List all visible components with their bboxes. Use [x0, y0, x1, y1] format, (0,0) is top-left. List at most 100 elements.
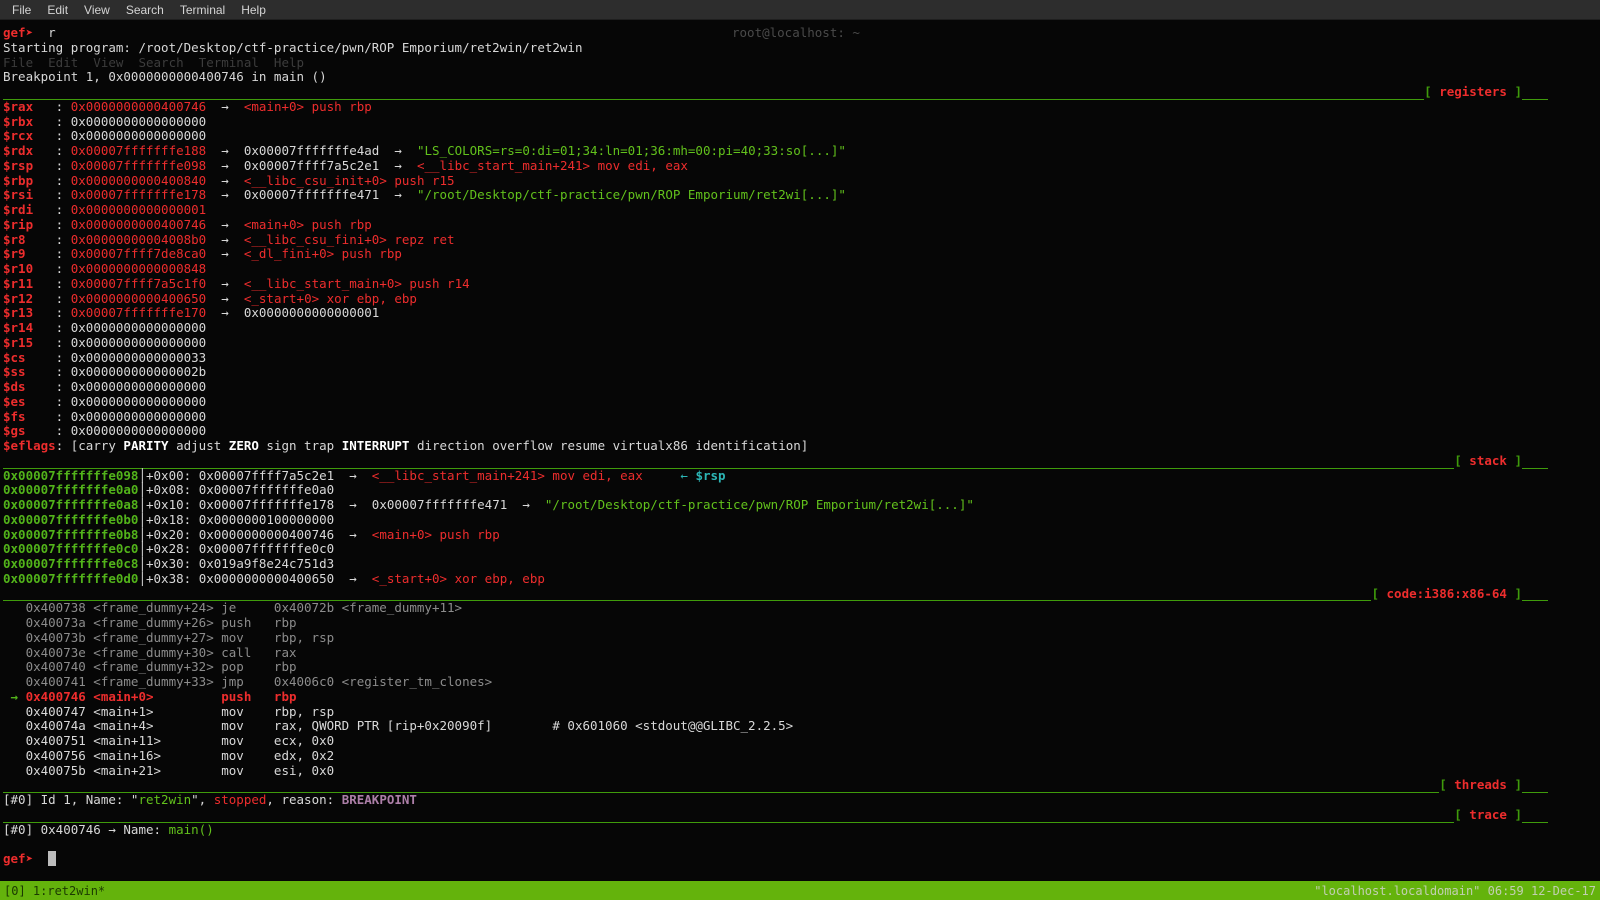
- terminal-line: 0x40073a <frame_dummy+26> push rbp: [3, 615, 1600, 631]
- terminal-text-segment: +0x28:: [146, 541, 199, 557]
- terminal-text-segment: 0x00007ffff7a5c2e1: [198, 467, 335, 483]
- menubar: File Edit View Search Terminal Help: [0, 0, 1600, 20]
- terminal-text-segment: gef➤: [3, 25, 34, 40]
- terminal-line: [#0] Id 1, Name: "ret2win", stopped, rea…: [3, 792, 1600, 808]
- section-title-text: registers: [1439, 84, 1507, 99]
- terminal-text-segment: +0x20:: [146, 526, 199, 542]
- terminal-line: $rip : 0x0000000000400746 → <main+0> pus…: [3, 217, 1600, 233]
- terminal-text-segment: →: [334, 570, 372, 586]
- section-title-bracket: ]: [1506, 452, 1522, 468]
- section-title-text: stack: [1469, 452, 1507, 468]
- terminal-text-segment: 0x00007fffffffe0a0: [3, 482, 139, 498]
- terminal-text-segment: <__libc_start_main+241> mov edi, eax: [371, 467, 643, 483]
- terminal-text-segment: 0x00007fffffffe0a8: [3, 497, 139, 512]
- terminal-text-segment: │: [138, 497, 146, 512]
- section-separator: [ stack ]: [3, 452, 1600, 469]
- terminal-text-segment: │: [138, 511, 146, 527]
- terminal-text-segment: gef➤: [3, 851, 34, 866]
- terminal-line: 0x40073b <frame_dummy+27> mov rbp, rsp: [3, 630, 1600, 646]
- terminal-text-segment: 0x0000000000000001: [70, 202, 207, 217]
- terminal-text-segment: 0x0000000000000000: [70, 320, 207, 335]
- section-title-bracket: ]: [1506, 777, 1522, 793]
- menu-edit[interactable]: Edit: [39, 1, 76, 19]
- terminal-text-segment: PARITY: [123, 438, 169, 453]
- terminal-text-segment: →: [334, 526, 372, 542]
- terminal-text-segment: 0x000000000000002b: [70, 364, 207, 380]
- menu-search[interactable]: Search: [118, 1, 172, 19]
- terminal-text-segment: ",: [191, 792, 214, 807]
- terminal-text-segment: →: [334, 467, 372, 483]
- terminal-line: $r11 : 0x00007ffff7a5c1f0 → <__libc_star…: [3, 275, 1600, 292]
- terminal-text-segment: :: [33, 172, 71, 188]
- terminal-text-segment: 0x0000000000400840: [70, 172, 207, 188]
- terminal-text-segment: $r13: [3, 305, 34, 321]
- terminal-text-segment: :: [33, 128, 71, 144]
- menu-terminal[interactable]: Terminal: [172, 1, 233, 19]
- section-title-bracket: [: [1371, 585, 1387, 601]
- menu-file[interactable]: File: [4, 1, 39, 19]
- terminal-line: $fs : 0x0000000000000000: [3, 408, 1600, 425]
- terminal-text-segment: 0x00007fffffffe0a0: [198, 482, 335, 498]
- terminal-text-segment: $rdi: [3, 202, 34, 217]
- terminal-text-segment: →: [379, 187, 417, 203]
- menu-view[interactable]: View: [76, 1, 118, 19]
- terminal-text-segment: 0x00007fffffffe0d0: [3, 570, 139, 586]
- terminal-text-segment: $r10: [3, 261, 34, 276]
- terminal-text-segment: adjust: [168, 438, 229, 453]
- terminal-text-segment: 0x00007fffffffe0c8: [3, 556, 139, 571]
- terminal-text-segment: <__libc_csu_fini+0> repz ret: [243, 231, 455, 247]
- terminal-text-segment: :: [33, 290, 71, 306]
- terminal-text-segment: $fs: [3, 408, 26, 424]
- terminal-text-segment: 0x40075b <main+21> mov esi, 0x0: [3, 762, 335, 778]
- terminal-screen[interactable]: root@localhost: ~ gef➤ r Starting program…: [0, 20, 1600, 881]
- terminal-text-segment: 0x400740 <frame_dummy+32> pop rbp: [3, 659, 297, 675]
- section-title: [ registers ]: [1424, 84, 1522, 100]
- terminal-text-segment: 0x0000000000000000: [70, 408, 207, 424]
- terminal-text-segment: →: [379, 157, 417, 173]
- terminal-cursor: [48, 851, 56, 866]
- terminal-text-segment: $gs: [3, 423, 26, 439]
- terminal-text-segment: 0x00007fffffffe0c0: [3, 541, 139, 557]
- terminal-line: $r15 : 0x0000000000000000: [3, 334, 1600, 351]
- terminal-text-segment: 0x0000000000000000: [70, 393, 207, 409]
- terminal-text-segment: direction overflow resume virtualx86 ide…: [409, 438, 809, 453]
- terminal-line: $rbx : 0x0000000000000000: [3, 113, 1600, 130]
- terminal-text-segment: │: [138, 570, 146, 586]
- menu-help[interactable]: Help: [233, 1, 274, 19]
- terminal-text-segment: [#0] 0x400746 → Name:: [3, 821, 169, 837]
- terminal-text-segment: :: [33, 113, 71, 129]
- terminal-text-segment: 0x0000000000400746: [70, 98, 207, 114]
- terminal-line: 0x00007fffffffe0b8│+0x20: 0x000000000040…: [3, 526, 1600, 543]
- tmux-status-bar: [0] 1:ret2win* "localhost.localdomain" 0…: [0, 881, 1600, 900]
- terminal-text-segment: →: [206, 143, 244, 158]
- terminal-text-segment: →: [206, 231, 244, 247]
- terminal-line: 0x400738 <frame_dummy+24> je 0x40072b <f…: [3, 600, 1600, 616]
- terminal-line: $r8 : 0x00000000004008b0 → <__libc_csu_f…: [3, 231, 1600, 248]
- terminal-line: 0x00007fffffffe0d0│+0x38: 0x000000000040…: [3, 570, 1600, 587]
- terminal-text-segment: 0x00007fffffffe098: [3, 467, 139, 483]
- terminal-line: $rcx : 0x0000000000000000: [3, 128, 1600, 144]
- terminal-text-segment: ZERO: [228, 438, 259, 453]
- terminal-line: $rsp : 0x00007fffffffe098 → 0x00007ffff7…: [3, 157, 1600, 174]
- terminal-text-segment: 0x0000000000000000: [70, 423, 207, 439]
- terminal-line: 0x40075b <main+21> mov esi, 0x0: [3, 762, 1600, 779]
- terminal-text-segment: 0x400738 <frame_dummy+24> je 0x40072b <f…: [3, 600, 463, 616]
- terminal-text-segment: 0x40073e <frame_dummy+30> call rax: [3, 644, 297, 660]
- section-separator: [ registers ]: [3, 84, 1600, 100]
- terminal-text-segment: :: [33, 334, 71, 350]
- terminal-text-segment: :: [25, 364, 71, 380]
- terminal-line: 0x00007fffffffe098│+0x00: 0x00007ffff7a5…: [3, 467, 1600, 484]
- terminal-line: 0x00007fffffffe0a8│+0x10: 0x00007fffffff…: [3, 497, 1600, 513]
- terminal-line: $cs : 0x0000000000000033: [3, 350, 1600, 366]
- terminal-text-segment: 0x00007fffffffe178: [70, 187, 207, 203]
- terminal-text-segment: "/root/Desktop/ctf-practice/pwn/ROP Empo…: [416, 187, 846, 203]
- terminal-text-segment: :: [33, 320, 71, 335]
- terminal-line: 0x400741 <frame_dummy+33> jmp 0x4006c0 <…: [3, 674, 1600, 690]
- terminal-line: $gs : 0x0000000000000000: [3, 423, 1600, 439]
- terminal-text-segment: $r11: [3, 275, 34, 291]
- separator-line: [1522, 97, 1548, 100]
- terminal-text-segment: [#0] Id 1, Name: ": [3, 792, 139, 807]
- tmux-window-list[interactable]: [0] 1:ret2win*: [4, 884, 105, 898]
